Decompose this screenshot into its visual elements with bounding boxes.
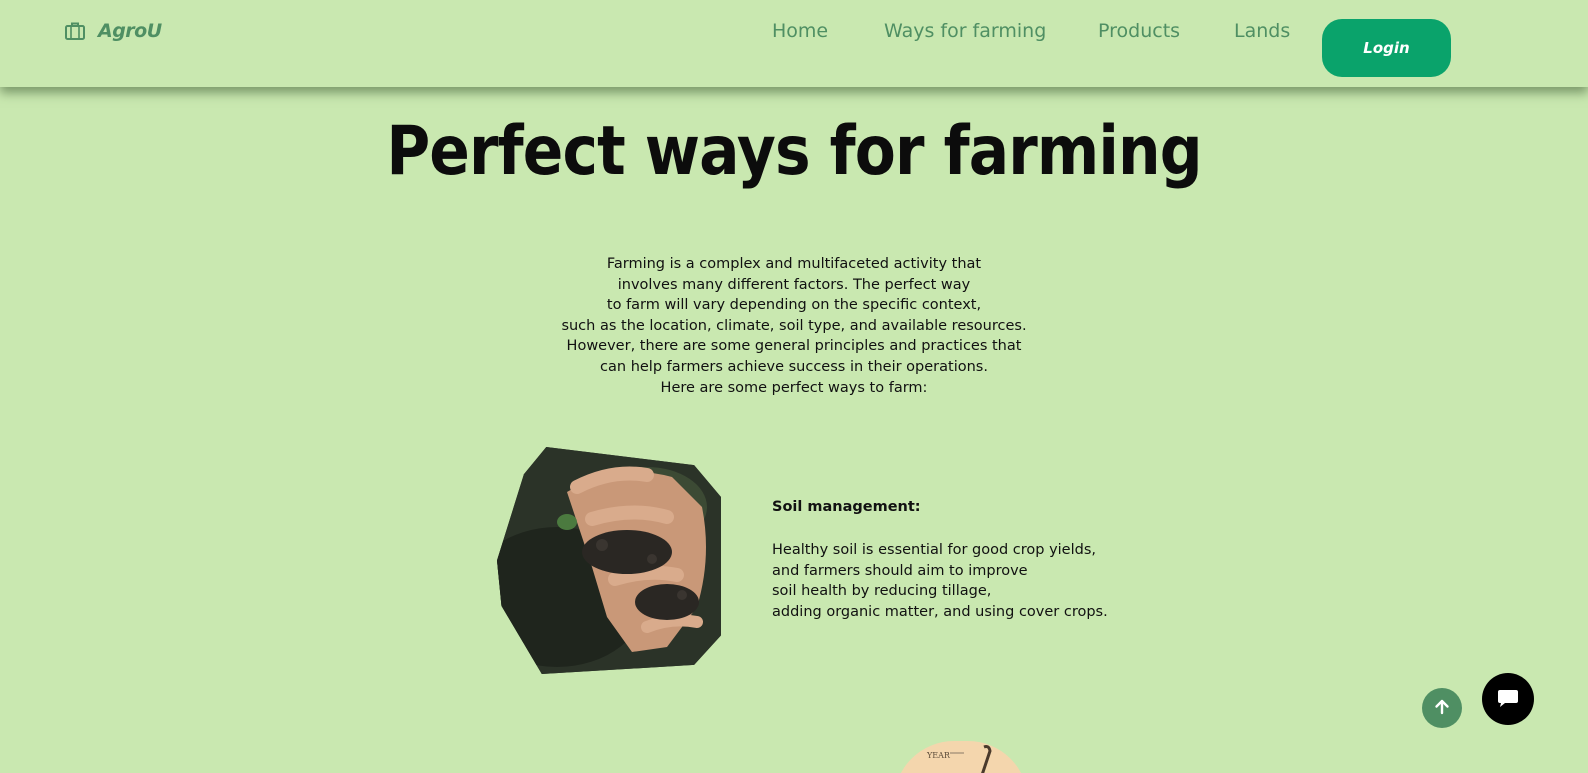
chat-bubble-icon [1496,687,1520,712]
next-section-image: YEAR [894,741,1028,773]
intro-line: can help farmers achieve success in thei… [600,358,988,375]
navbar: AgroU Home Ways for farming Products Lan… [0,0,1588,87]
chat-button[interactable] [1482,673,1534,725]
intro-line: Here are some perfect ways to farm: [660,379,928,396]
soil-text-line: Healthy soil is essential for good crop … [772,542,1096,558]
intro-line: such as the location, climate, soil type… [561,317,1027,334]
soil-management-heading: Soil management: [772,499,921,515]
soil-management-text: Healthy soil is essential for good crop … [772,540,1108,622]
scroll-to-top-button[interactable] [1422,688,1462,728]
intro-line: to farm will vary depending on the speci… [606,297,982,314]
login-button[interactable]: Login [1322,19,1451,77]
intro-paragraph: Farming is a complex and multifaceted ac… [494,254,1094,398]
nav-link-products[interactable]: Products [1098,20,1180,42]
briefcase-icon [64,20,86,42]
intro-line: However, there are some general principl… [566,338,1022,355]
arrow-up-icon [1433,698,1451,719]
intro-line: involves many different factors. The per… [617,276,971,293]
nav-link-lands[interactable]: Lands [1234,20,1290,42]
soil-hands-image [497,447,721,674]
brand[interactable]: AgroU [64,20,162,42]
nav-link-ways-for-farming[interactable]: Ways for farming [884,20,1046,42]
brand-name[interactable]: AgroU [98,20,162,42]
soil-text-line: adding organic matter, and using cover c… [772,603,1108,620]
page-title: Perfect ways for farming [386,112,1202,191]
intro-line: Farming is a complex and multifaceted ac… [606,256,982,272]
next-image-label: YEAR [927,751,950,760]
nav-link-home[interactable]: Home [772,20,828,42]
soil-text-line: soil health by reducing tillage, [772,583,992,600]
soil-text-line: and farmers should aim to improve [772,562,1028,579]
